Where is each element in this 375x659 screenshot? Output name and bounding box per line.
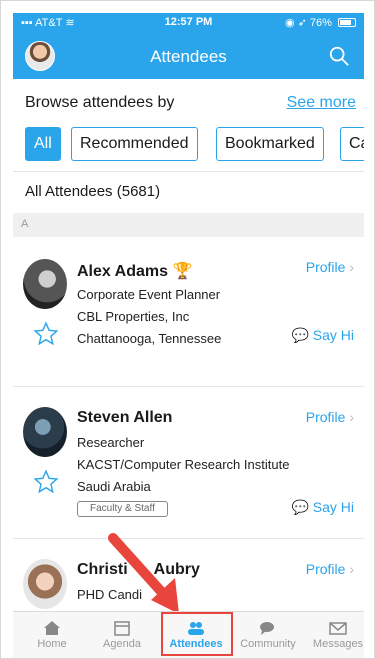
chat-bubbles-icon [260,622,274,635]
filter-bookmarked[interactable]: Bookmarked [216,127,324,161]
attendee-location: Chattanooga, Tennessee [77,331,222,346]
page-title: Attendees [150,47,227,66]
status-right: ◉ ➶ 76% [285,16,356,29]
list-header-text: All Attendees (5681) [25,183,161,200]
attendee-photo [23,407,67,457]
say-hi-button[interactable]: 💬 Say Hi [291,327,354,344]
attendee-name: Alex Adams 🏆 [77,263,193,280]
attendee-title: Corporate Event Planner [77,287,221,302]
filter-categories[interactable]: Cate [340,127,364,161]
attendee-company: CBL Properties, Inc [77,309,190,324]
profile-link[interactable]: Profile › [306,409,354,425]
browse-row: Browse attendees by See more [13,79,364,125]
filter-all[interactable]: All [25,127,61,161]
attendee-card[interactable]: Steven Allen Researcher KACST/Computer R… [13,389,364,539]
envelope-icon [329,622,347,635]
highlight-box [161,612,233,656]
tab-agenda[interactable]: Agenda [87,612,157,658]
trophy-icon: 🏆 [172,263,193,280]
chevron-right-icon: › [349,561,354,577]
browse-label: Browse attendees by [25,94,175,111]
chat-bubble-icon: 💬 [291,327,309,343]
profile-link[interactable]: Profile › [306,561,354,577]
chevron-right-icon: › [349,409,354,425]
screenshot-frame: ▪▪▪ AT&T ≋ 12:57 PM ◉ ➶ 76% Attendees Br… [0,0,375,659]
calendar-icon [114,621,130,636]
attendee-title: Researcher [77,435,145,450]
status-bar: ▪▪▪ AT&T ≋ 12:57 PM ◉ ➶ 76% [13,13,364,31]
chevron-right-icon: › [349,259,354,275]
chat-bubble-icon: 💬 [291,499,309,515]
section-letter: A [21,218,29,230]
annotation-arrow-icon [108,533,179,614]
nav-bar: Attendees [13,35,364,79]
attendee-name: Steven Allen [77,409,173,426]
say-hi-button[interactable]: 💬 Say Hi [291,499,354,516]
battery-icon [338,18,356,27]
tab-community[interactable]: Community [233,612,303,658]
profile-link[interactable]: Profile › [306,259,354,275]
home-icon [44,621,60,635]
attendee-location: Saudi Arabia [77,479,151,494]
attendee-photo [23,559,67,609]
tab-messages[interactable]: Messages [303,612,373,658]
attendee-photo [23,259,67,309]
star-icon[interactable] [33,469,59,495]
section-header: A [13,213,364,237]
search-icon[interactable] [328,45,350,67]
attendee-card[interactable]: Alex Adams 🏆 Corporate Event Planner CBL… [13,239,364,387]
location-icon: ◉ ➶ [284,17,307,29]
role-badge: Faculty & Staff [77,501,168,517]
filter-recommended[interactable]: Recommended [71,127,198,161]
list-header: All Attendees (5681) [13,171,364,211]
tab-home[interactable]: Home [17,612,87,658]
filter-chips: All Recommended Bookmarked Cate [13,125,364,167]
battery-percent: 76% [309,17,332,29]
attendee-company: KACST/Computer Research Institute [77,457,290,472]
see-more-link[interactable]: See more [287,94,356,112]
top-bar: ▪▪▪ AT&T ≋ 12:57 PM ◉ ➶ 76% Attendees [13,13,364,79]
star-icon[interactable] [33,321,59,347]
